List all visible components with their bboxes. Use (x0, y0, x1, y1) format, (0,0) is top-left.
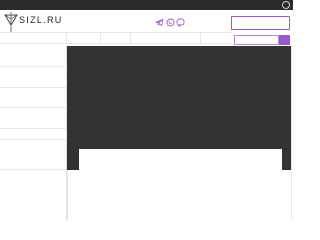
sidebar-item[interactable] (0, 88, 66, 108)
nav-divider (130, 32, 131, 44)
whatsapp-icon[interactable] (166, 18, 175, 27)
sidebar-item[interactable] (0, 45, 66, 67)
sidebar-item[interactable] (0, 67, 66, 88)
nav-row (0, 32, 231, 44)
site-name[interactable]: SIZL.RU (19, 14, 63, 26)
circle-icon[interactable] (282, 1, 290, 9)
content-area (67, 170, 292, 220)
nav-divider (66, 32, 67, 44)
search-input[interactable] (234, 35, 279, 45)
sidebar-item[interactable] (0, 140, 66, 170)
triangle-gem-logo-icon[interactable] (4, 11, 18, 33)
nav-divider (200, 32, 201, 44)
banner-caption-area (79, 149, 282, 170)
telegram-icon[interactable] (155, 18, 164, 27)
sidebar-item[interactable] (0, 129, 66, 140)
top-bar (0, 0, 293, 10)
nav-divider (100, 32, 101, 44)
sidebar-item[interactable] (0, 108, 66, 129)
viber-icon[interactable] (176, 18, 185, 27)
search-button[interactable] (279, 35, 290, 45)
contact-input[interactable] (231, 16, 290, 30)
